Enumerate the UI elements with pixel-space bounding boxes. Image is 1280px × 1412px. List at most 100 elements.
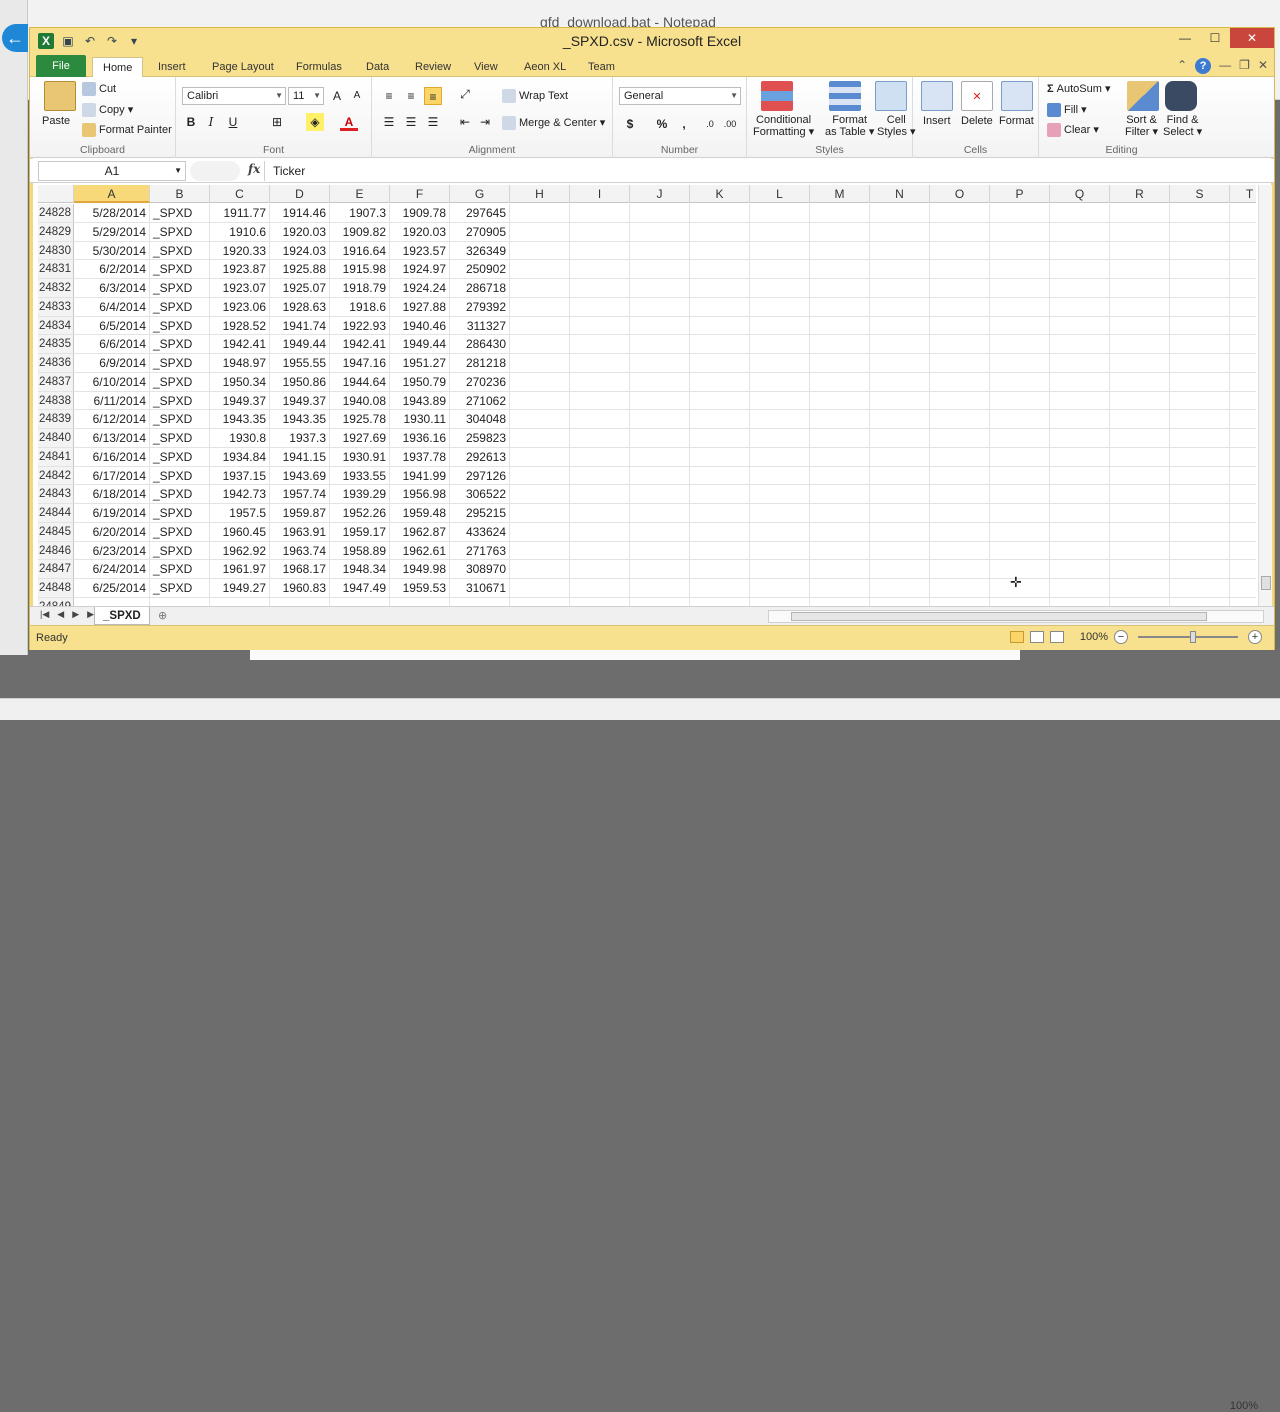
cell-styles-icon[interactable] — [875, 81, 907, 111]
conditional-formatting-button[interactable]: Conditional Formatting ▾ — [753, 114, 814, 138]
cell-r[interactable] — [1110, 504, 1170, 523]
cell-k[interactable] — [690, 335, 750, 354]
cell-f[interactable]: 1909.78 — [390, 204, 450, 223]
cell-i[interactable] — [570, 354, 630, 373]
format-as-table-icon[interactable] — [829, 81, 861, 111]
cell-g[interactable]: 306522 — [450, 485, 510, 504]
cell-p[interactable] — [990, 354, 1050, 373]
cell-q[interactable] — [1050, 579, 1110, 598]
cell-f[interactable]: 1950.79 — [390, 372, 450, 392]
cell-a[interactable]: 6/24/2014 — [74, 560, 150, 579]
cell-l[interactable] — [750, 391, 810, 411]
cell-m[interactable] — [810, 466, 870, 486]
cell-c[interactable]: 1942.73 — [210, 485, 270, 504]
cell-n[interactable] — [870, 316, 930, 336]
cell-i[interactable] — [570, 204, 630, 223]
cell-r[interactable] — [1110, 447, 1170, 467]
cell-o[interactable] — [930, 391, 990, 411]
cell-t[interactable] — [1230, 317, 1256, 336]
cell-c[interactable]: 1957.5 — [210, 504, 270, 523]
cell-q[interactable] — [1050, 429, 1110, 448]
cell-h[interactable] — [510, 485, 570, 504]
cell-k[interactable] — [690, 204, 750, 223]
cell-o[interactable] — [930, 447, 990, 467]
font-size-select[interactable]: 11 ▼ — [288, 87, 324, 105]
cell-q[interactable] — [1050, 541, 1110, 561]
clear-button[interactable]: Clear ▾ — [1047, 123, 1099, 138]
cell-b[interactable]: _SPXD — [150, 466, 210, 486]
cell-c[interactable]: 1943.35 — [210, 410, 270, 429]
currency-button[interactable]: $ — [621, 115, 639, 133]
cell-s[interactable] — [1170, 429, 1230, 448]
cell-o[interactable] — [930, 466, 990, 486]
format-painter-button[interactable]: Format Painter — [82, 123, 172, 137]
align-top-icon[interactable]: ≡ — [380, 87, 398, 105]
cell-b[interactable]: _SPXD — [150, 372, 210, 392]
cell-e[interactable]: 1918.79 — [330, 279, 390, 298]
cell-s[interactable] — [1170, 241, 1230, 261]
workbook-close-icon[interactable]: ✕ — [1258, 58, 1268, 74]
cell-t[interactable] — [1230, 279, 1256, 298]
cell-q[interactable] — [1050, 297, 1110, 317]
cell-c[interactable]: 1949.27 — [210, 579, 270, 598]
cell-q[interactable] — [1050, 410, 1110, 429]
cell-l[interactable] — [750, 297, 810, 317]
cell-p[interactable] — [990, 410, 1050, 429]
cell-i[interactable] — [570, 429, 630, 448]
cell-g[interactable]: 286430 — [450, 335, 510, 354]
cell-j[interactable] — [630, 429, 690, 448]
cell-c[interactable]: 1950.34 — [210, 372, 270, 392]
cell-k[interactable] — [690, 447, 750, 467]
cell-t[interactable] — [1230, 560, 1256, 579]
cell-d[interactable]: 1957.74 — [270, 485, 330, 504]
cell-j[interactable] — [630, 241, 690, 261]
cell-f[interactable]: 1949.44 — [390, 335, 450, 354]
cell-l[interactable] — [750, 560, 810, 579]
cell-o[interactable] — [930, 504, 990, 523]
cell-i[interactable] — [570, 279, 630, 298]
cell-m[interactable] — [810, 429, 870, 448]
cell-r[interactable] — [1110, 204, 1170, 223]
cell-p[interactable] — [990, 485, 1050, 504]
cell-o[interactable] — [930, 297, 990, 317]
cell-b[interactable]: _SPXD — [150, 410, 210, 429]
column-header-a[interactable]: A — [74, 185, 150, 203]
cell-c[interactable]: 1949.37 — [210, 391, 270, 411]
cell-o[interactable] — [930, 279, 990, 298]
cell-q[interactable] — [1050, 447, 1110, 467]
close-icon[interactable]: ✕ — [1230, 28, 1274, 48]
cell-k[interactable] — [690, 316, 750, 336]
cell-r[interactable] — [1110, 560, 1170, 579]
cell-f[interactable]: 1927.88 — [390, 297, 450, 317]
cell-g[interactable]: 310671 — [450, 579, 510, 598]
cell-j[interactable] — [630, 560, 690, 579]
cell-n[interactable] — [870, 335, 930, 354]
cell-a[interactable]: 6/10/2014 — [74, 372, 150, 392]
cell-m[interactable] — [810, 260, 870, 279]
cell-d[interactable]: 1941.74 — [270, 316, 330, 336]
tab-page-layout[interactable]: Page Layout — [202, 57, 284, 77]
cell-a[interactable]: 6/20/2014 — [74, 522, 150, 542]
cell-h[interactable] — [510, 560, 570, 579]
next-sheet-icon[interactable]: ▶ — [72, 609, 79, 620]
cell-l[interactable] — [750, 466, 810, 486]
cell-l[interactable] — [750, 522, 810, 542]
workbook-restore-icon[interactable]: ❐ — [1239, 58, 1250, 74]
prev-sheet-icon[interactable]: ◀ — [57, 609, 64, 620]
cell-l[interactable] — [750, 204, 810, 223]
cell-s[interactable] — [1170, 485, 1230, 504]
column-header-p[interactable]: P — [990, 185, 1050, 203]
cell-g[interactable]: 311327 — [450, 316, 510, 336]
cell-s[interactable] — [1170, 541, 1230, 561]
bold-icon[interactable]: B — [182, 113, 200, 131]
cell-q[interactable] — [1050, 316, 1110, 336]
cell-e[interactable]: 1942.41 — [330, 335, 390, 354]
cell-b[interactable]: _SPXD — [150, 279, 210, 298]
cell-e[interactable]: 1922.93 — [330, 316, 390, 336]
fill-color-icon[interactable]: ◈ — [306, 113, 324, 131]
row-header[interactable]: 24841 — [38, 447, 74, 467]
cell-h[interactable] — [510, 410, 570, 429]
cell-j[interactable] — [630, 410, 690, 429]
cell-f[interactable]: 1936.16 — [390, 429, 450, 448]
cell-b[interactable]: _SPXD — [150, 391, 210, 411]
